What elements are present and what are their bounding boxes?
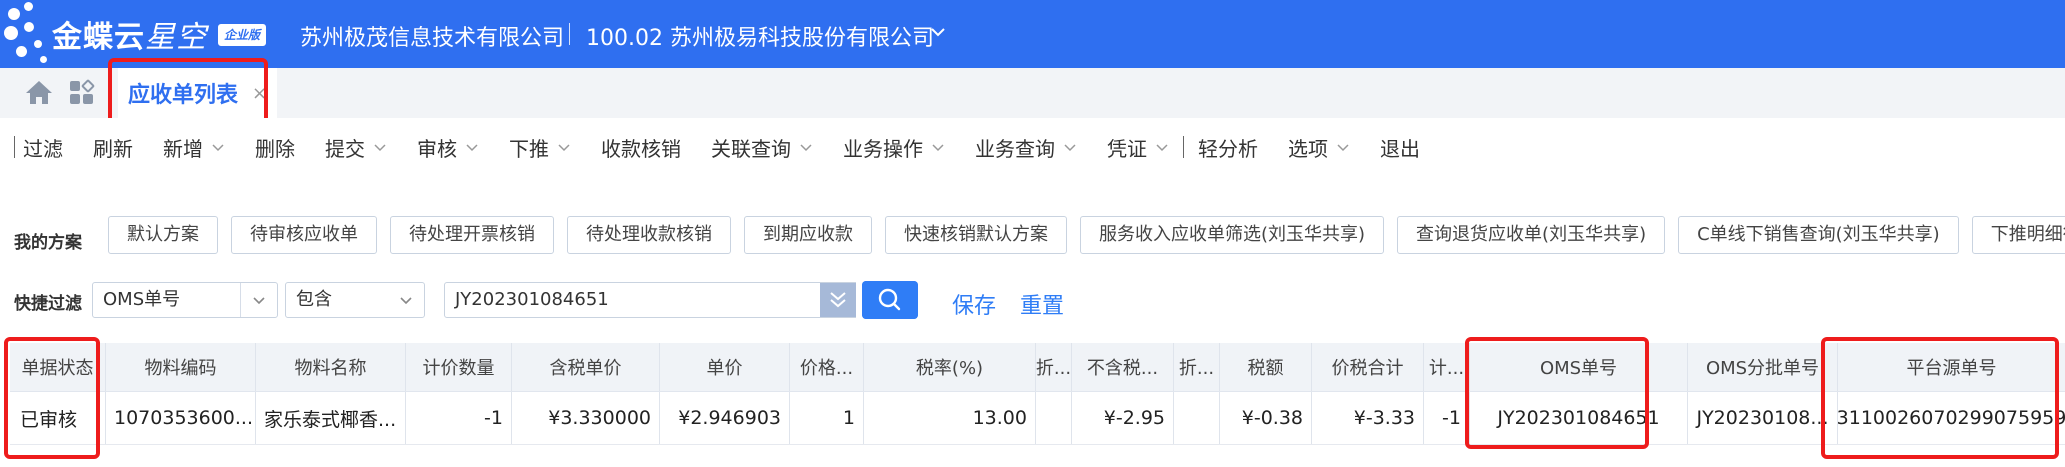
scheme-button[interactable]: 查询退货应收单(刘玉华共享): [1397, 216, 1666, 254]
delete-button[interactable]: 删除: [255, 133, 295, 162]
filter-value-input[interactable]: JY202301084651: [444, 282, 856, 318]
cell-material-code[interactable]: 1070353600...: [106, 392, 256, 444]
table-row[interactable]: 已审核 1070353600... 家乐泰式椰香... -1 ¥3.330000…: [10, 392, 2065, 445]
col-header[interactable]: 物料名称: [256, 343, 406, 391]
receipt-writeoff-button[interactable]: 收款核销: [601, 133, 681, 162]
related-query-button[interactable]: 关联查询: [711, 133, 813, 162]
cell-tax-rate[interactable]: 13.00: [864, 392, 1036, 444]
kingdee-logo-icon: [0, 0, 60, 68]
push-down-button[interactable]: 下推: [509, 133, 571, 162]
scheme-button[interactable]: 下推明细行: [1971, 216, 2065, 254]
filter-field-value: OMS单号: [103, 289, 181, 310]
col-header[interactable]: 单价: [660, 343, 790, 391]
cell-discount[interactable]: [1036, 392, 1072, 444]
cell-pricing-qty[interactable]: -1: [406, 392, 512, 444]
scheme-button[interactable]: 到期应收款: [744, 216, 872, 254]
refresh-button[interactable]: 刷新: [93, 133, 133, 162]
double-chevron-down-icon[interactable]: [820, 283, 856, 317]
schemes-label: 我的方案: [14, 233, 82, 253]
chevron-down-icon[interactable]: [1063, 140, 1077, 154]
company-name: 苏州极茂信息技术有限公司: [300, 26, 565, 51]
edition-badge: 企业版: [218, 24, 267, 46]
scheme-button[interactable]: 快速核销默认方案: [885, 216, 1067, 254]
apps-grid-icon[interactable]: [68, 79, 98, 107]
col-header[interactable]: 不含税...: [1072, 343, 1174, 391]
col-header[interactable]: 价税合计: [1312, 343, 1424, 391]
cell-price-coef[interactable]: 1: [790, 392, 864, 444]
light-analysis-button[interactable]: 轻分析: [1198, 133, 1258, 162]
chevron-down-icon[interactable]: [1336, 140, 1350, 154]
scheme-button[interactable]: 默认方案: [108, 216, 218, 254]
scheme-button[interactable]: 待处理收款核销: [567, 216, 731, 254]
tab-strip: 应收单列表 ×: [0, 68, 2065, 118]
col-header[interactable]: 折...: [1036, 343, 1072, 391]
options-button[interactable]: 选项: [1288, 133, 1350, 162]
chevron-down-icon[interactable]: [557, 140, 571, 154]
chevron-down-icon[interactable]: [251, 292, 267, 308]
voucher-button[interactable]: 凭证: [1107, 133, 1169, 162]
toolbar-divider: [14, 136, 15, 158]
select-divider: [240, 283, 241, 317]
org-selector[interactable]: 100.02 苏州极易科技股份有限公司: [586, 20, 934, 52]
cell-oms-batch-no[interactable]: JY20230108...: [1688, 392, 1838, 444]
col-header[interactable]: 税率(%): [864, 343, 1036, 391]
highlight-box-oms-no: [1465, 337, 1649, 449]
cell-base-qty[interactable]: -1: [1424, 392, 1470, 444]
exit-button[interactable]: 退出: [1380, 133, 1420, 162]
cell-total-inc-tax[interactable]: ¥-3.33: [1312, 392, 1424, 444]
filter-operator-select[interactable]: 包含: [285, 282, 425, 318]
col-header[interactable]: 计价数量: [406, 343, 512, 391]
col-header[interactable]: 税额: [1220, 343, 1312, 391]
search-icon[interactable]: [862, 281, 918, 319]
chevron-down-icon[interactable]: [799, 140, 813, 154]
highlight-box-tab: [108, 58, 268, 126]
highlight-box-platform-no: [1821, 337, 2059, 459]
top-divider: [569, 23, 570, 45]
scheme-button[interactable]: C单线下销售查询(刘玉华共享): [1678, 216, 1959, 254]
filter-operator-value: 包含: [296, 289, 332, 310]
toolbar: 过滤 刷新 新增 删除 提交 审核 下推 收款核销 关联查询 业务操作 业务查询…: [10, 118, 2065, 176]
chevron-down-icon[interactable]: [928, 22, 948, 42]
grid-header: 单据状态 物料编码 物料名称 计价数量 含税单价 单价 价格... 税率(%) …: [10, 343, 2065, 392]
business-operation-button[interactable]: 业务操作: [843, 133, 945, 162]
chevron-down-icon[interactable]: [373, 140, 387, 154]
chevron-down-icon[interactable]: [465, 140, 479, 154]
cell-discount-amount[interactable]: [1174, 392, 1220, 444]
audit-button[interactable]: 审核: [417, 133, 479, 162]
chevron-down-icon[interactable]: [931, 140, 945, 154]
cell-amount-ex-tax[interactable]: ¥-2.95: [1072, 392, 1174, 444]
cell-tax-amount[interactable]: ¥-0.38: [1220, 392, 1312, 444]
chevron-down-icon[interactable]: [211, 140, 225, 154]
home-icon[interactable]: [24, 78, 54, 106]
scheme-button[interactable]: 待审核应收单: [231, 216, 377, 254]
reset-filter-link[interactable]: 重置: [1020, 288, 1064, 320]
quick-filter-label: 快捷过滤: [14, 294, 82, 314]
toolbar-divider: [1183, 136, 1184, 158]
new-button[interactable]: 新增: [163, 133, 225, 162]
cell-price[interactable]: ¥2.946903: [660, 392, 790, 444]
scheme-button[interactable]: 服务收入应收单筛选(刘玉华共享): [1080, 216, 1385, 254]
filter-field-select[interactable]: OMS单号: [92, 282, 278, 318]
col-header[interactable]: 折...: [1174, 343, 1220, 391]
chevron-down-icon[interactable]: [1155, 140, 1169, 154]
highlight-box-status: [4, 337, 100, 459]
col-header[interactable]: 物料编码: [106, 343, 256, 391]
col-header[interactable]: 计...: [1424, 343, 1470, 391]
cell-tax-inc-price[interactable]: ¥3.330000: [512, 392, 660, 444]
col-header[interactable]: 价格...: [790, 343, 864, 391]
brand-name: 金蝶云星空: [52, 20, 207, 55]
submit-button[interactable]: 提交: [325, 133, 387, 162]
col-header[interactable]: OMS分批单号: [1688, 343, 1838, 391]
save-filter-link[interactable]: 保存: [952, 288, 996, 320]
filter-button[interactable]: 过滤: [23, 133, 63, 162]
cell-material-name[interactable]: 家乐泰式椰香...: [256, 392, 406, 444]
scheme-bar: 默认方案 待审核应收单 待处理开票核销 待处理收款核销 到期应收款 快速核销默认…: [108, 216, 2065, 254]
scheme-button[interactable]: 待处理开票核销: [390, 216, 554, 254]
top-bar: 金蝶云星空 企业版 苏州极茂信息技术有限公司 100.02 苏州极易科技股份有限…: [0, 0, 2065, 68]
col-header[interactable]: 含税单价: [512, 343, 660, 391]
business-query-button[interactable]: 业务查询: [975, 133, 1077, 162]
chevron-down-icon[interactable]: [398, 292, 414, 308]
